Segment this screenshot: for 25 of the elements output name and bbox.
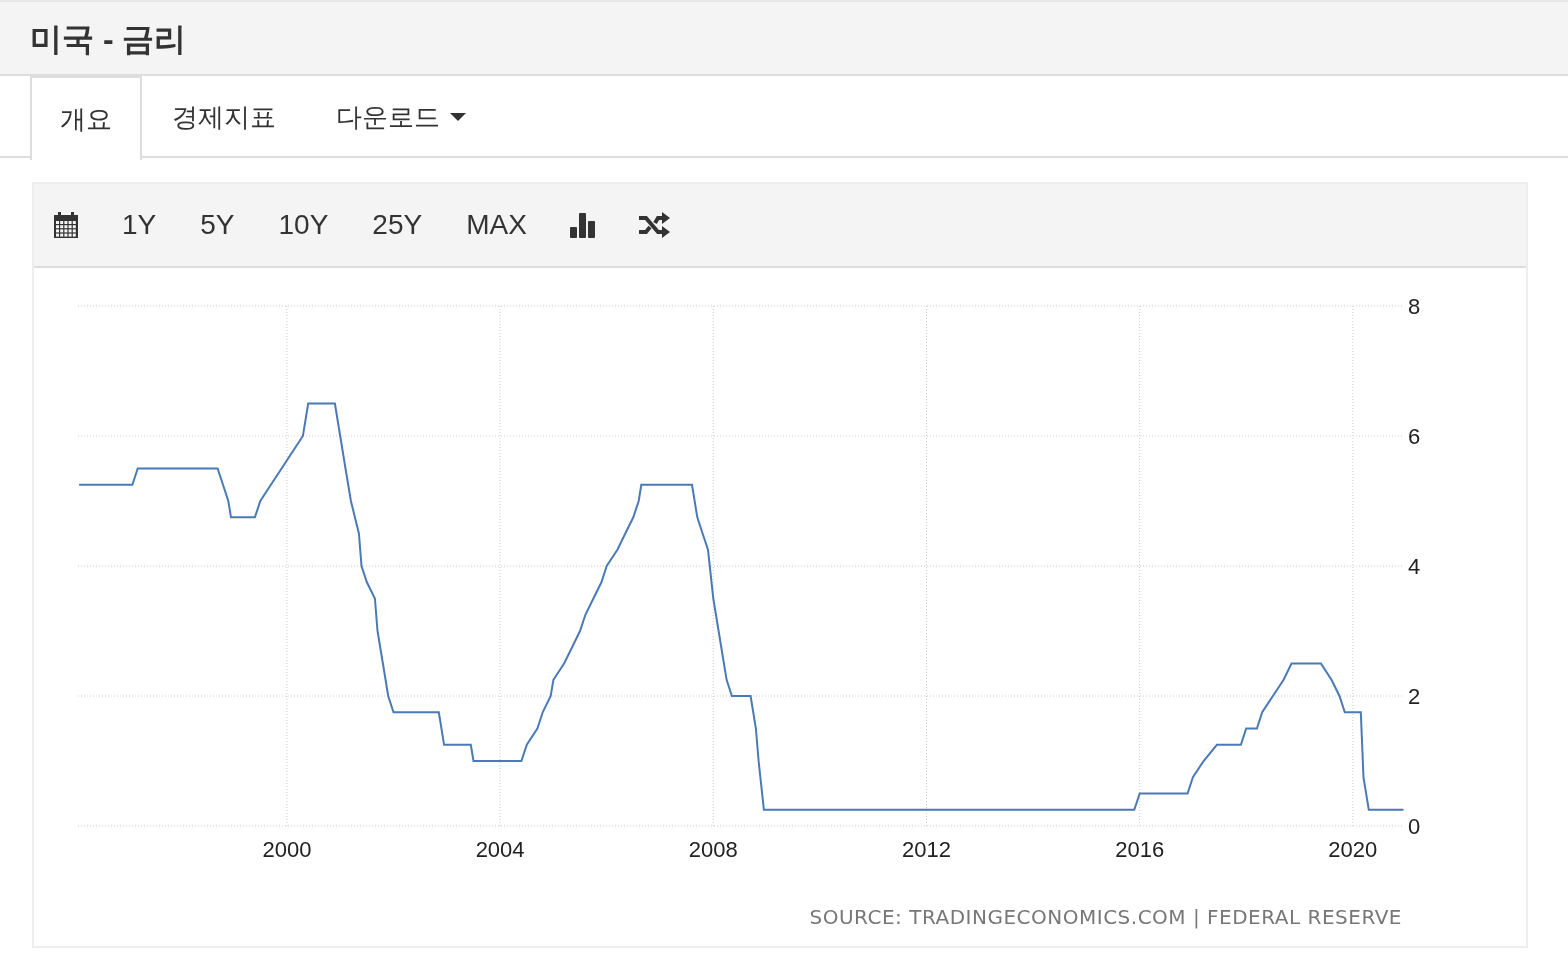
source-caption: SOURCE: TRADINGECONOMICS.COM | FEDERAL RESERVE bbox=[809, 905, 1402, 929]
y-axis-label: 2 bbox=[1407, 684, 1421, 709]
bar-chart-icon[interactable] bbox=[568, 211, 597, 239]
x-axis-label: 2020 bbox=[1328, 837, 1378, 862]
x-axis-label: 2012 bbox=[902, 837, 951, 862]
y-axis-label: 8 bbox=[1407, 294, 1421, 319]
nav-tab[interactable]: 다운로드 bbox=[306, 76, 496, 156]
y-axis-label: 6 bbox=[1407, 424, 1421, 449]
range-button[interactable]: 5Y bbox=[178, 203, 257, 247]
shuffle-icon[interactable] bbox=[636, 211, 671, 239]
range-button[interactable]: MAX bbox=[444, 203, 549, 247]
range-button[interactable]: 25Y bbox=[350, 203, 445, 247]
x-axis-label: 2008 bbox=[688, 837, 738, 862]
page-title: 미국 - 금리 bbox=[30, 20, 188, 59]
calendar-icon[interactable] bbox=[52, 211, 80, 239]
nav-tab[interactable]: 경제지표 bbox=[142, 76, 306, 156]
x-axis-label: 2016 bbox=[1115, 837, 1165, 862]
nav-tab[interactable]: 개요 bbox=[30, 76, 142, 160]
x-axis-label: 2004 bbox=[475, 837, 525, 862]
caret-icon bbox=[450, 112, 466, 122]
range-button[interactable]: 10Y bbox=[256, 203, 351, 247]
y-axis-label: 4 bbox=[1407, 554, 1421, 579]
y-axis-label: 0 bbox=[1407, 814, 1421, 839]
range-button[interactable]: 1Y bbox=[100, 203, 179, 247]
x-axis-label: 2000 bbox=[262, 837, 312, 862]
